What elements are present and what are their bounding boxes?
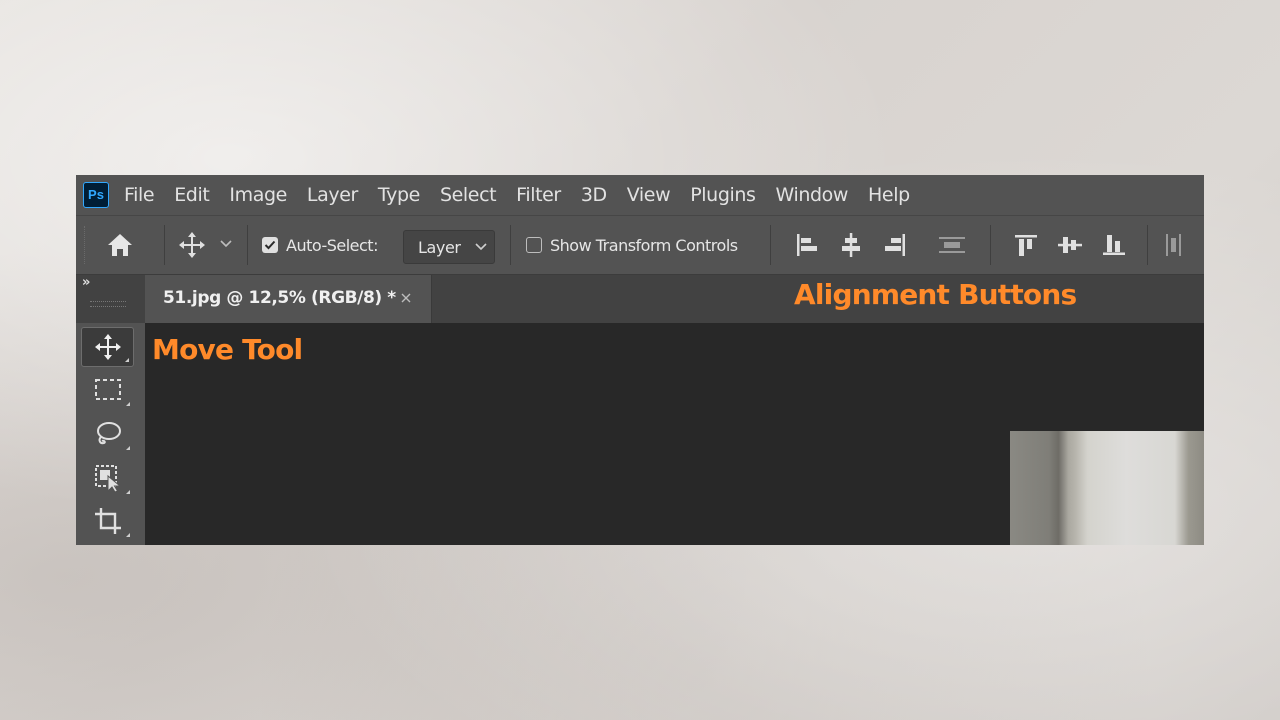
rectangular-marquee-tool-button[interactable] bbox=[81, 370, 134, 410]
menu-bar: Ps File Edit Image Layer Type Select Fil… bbox=[76, 175, 1204, 216]
document-image[interactable] bbox=[1010, 431, 1204, 545]
show-transform-controls-label: Show Transform Controls bbox=[550, 235, 738, 255]
object-selection-icon bbox=[94, 465, 121, 493]
document-tab-label: 51.jpg @ 12,5% (RGB/8) * bbox=[163, 288, 396, 308]
home-icon bbox=[108, 234, 132, 256]
home-button[interactable] bbox=[104, 230, 136, 260]
crop-tool-button[interactable] bbox=[81, 501, 134, 541]
menu-file[interactable]: File bbox=[124, 184, 155, 206]
lasso-icon bbox=[96, 422, 121, 445]
align-left-edges-icon bbox=[797, 234, 817, 256]
separator bbox=[510, 225, 511, 265]
document-tab[interactable]: 51.jpg @ 12,5% (RGB/8) * bbox=[145, 275, 432, 323]
auto-select-label-wrap: Auto-Select: bbox=[286, 233, 378, 257]
flyout-indicator bbox=[126, 533, 130, 537]
align-bottom-edges-button[interactable] bbox=[1099, 231, 1129, 259]
checkmark-icon bbox=[264, 240, 276, 250]
align-horizontal-centers-button[interactable] bbox=[836, 231, 866, 259]
checkbox-unchecked bbox=[526, 237, 542, 253]
distribute-partial-button[interactable] bbox=[1161, 231, 1185, 259]
photoshop-window: Ps File Edit Image Layer Type Select Fil… bbox=[76, 175, 1204, 545]
tools-panel-header: » bbox=[76, 275, 144, 323]
lasso-tool-button[interactable] bbox=[81, 414, 134, 454]
flyout-indicator bbox=[126, 402, 130, 406]
options-bar-grip[interactable] bbox=[84, 226, 87, 264]
tools-panel: » bbox=[76, 275, 144, 545]
separator bbox=[990, 225, 991, 265]
align-vertical-centers-icon bbox=[1058, 237, 1082, 253]
menu-type[interactable]: Type bbox=[378, 184, 420, 206]
align-left-edges-button[interactable] bbox=[792, 231, 822, 259]
options-bar: Auto-Select: Layer Show Transform Contro… bbox=[76, 216, 1204, 275]
crop-icon bbox=[94, 508, 121, 534]
menu-items: File Edit Image Layer Type Select Filter… bbox=[124, 175, 930, 215]
alignment-buttons-annotation: Alignment Buttons bbox=[794, 278, 1077, 311]
align-horizontal-centers-icon bbox=[842, 233, 860, 257]
show-transform-controls-label-wrap: Show Transform Controls bbox=[550, 233, 738, 257]
align-right-edges-icon bbox=[885, 234, 905, 256]
auto-select-target-dropdown[interactable]: Layer bbox=[403, 230, 495, 264]
move-tool-annotation: Move Tool bbox=[152, 333, 303, 366]
flyout-indicator bbox=[126, 490, 130, 494]
menu-3d[interactable]: 3D bbox=[581, 184, 607, 206]
flyout-indicator bbox=[126, 446, 130, 450]
align-bottom-edges-icon bbox=[1103, 235, 1125, 255]
auto-select-checkbox[interactable] bbox=[261, 236, 279, 254]
separator bbox=[770, 225, 771, 265]
separator bbox=[164, 225, 165, 265]
move-tool-icon bbox=[94, 334, 121, 360]
distribute-icon bbox=[939, 237, 965, 253]
move-tool-preset-button[interactable] bbox=[176, 230, 208, 260]
menu-plugins[interactable]: Plugins bbox=[690, 184, 756, 206]
menu-edit[interactable]: Edit bbox=[174, 184, 210, 206]
menu-select[interactable]: Select bbox=[440, 184, 497, 206]
align-vertical-centers-button[interactable] bbox=[1055, 231, 1085, 259]
checkbox-checked bbox=[262, 237, 278, 253]
align-top-edges-button[interactable] bbox=[1011, 231, 1041, 259]
collapse-panel-icon[interactable]: » bbox=[82, 275, 90, 290]
show-transform-controls-checkbox[interactable] bbox=[525, 236, 543, 254]
distribute-partial-icon bbox=[1166, 234, 1181, 256]
menu-image[interactable]: Image bbox=[229, 184, 287, 206]
distribute-button[interactable] bbox=[936, 231, 968, 259]
auto-select-label: Auto-Select: bbox=[286, 235, 378, 255]
move-tool-button[interactable] bbox=[81, 327, 134, 367]
flyout-indicator bbox=[125, 358, 129, 362]
menu-layer[interactable]: Layer bbox=[307, 184, 358, 206]
separator bbox=[1147, 225, 1148, 265]
photoshop-logo: Ps bbox=[83, 182, 109, 208]
panel-grip[interactable] bbox=[90, 301, 126, 307]
object-selection-tool-button[interactable] bbox=[81, 458, 134, 498]
menu-window[interactable]: Window bbox=[776, 184, 849, 206]
menu-filter[interactable]: Filter bbox=[516, 184, 561, 206]
move-icon bbox=[179, 232, 205, 258]
chevron-down-icon bbox=[220, 240, 232, 248]
separator bbox=[247, 225, 248, 265]
auto-select-target-value: Layer bbox=[418, 238, 461, 257]
menu-help[interactable]: Help bbox=[868, 184, 910, 206]
chevron-down-icon bbox=[475, 243, 487, 251]
menu-view[interactable]: View bbox=[627, 184, 671, 206]
close-icon[interactable] bbox=[400, 292, 412, 304]
align-top-edges-icon bbox=[1015, 235, 1037, 256]
align-right-edges-button[interactable] bbox=[880, 231, 910, 259]
rectangular-marquee-icon bbox=[94, 379, 121, 400]
tool-preset-dropdown[interactable] bbox=[218, 236, 234, 252]
